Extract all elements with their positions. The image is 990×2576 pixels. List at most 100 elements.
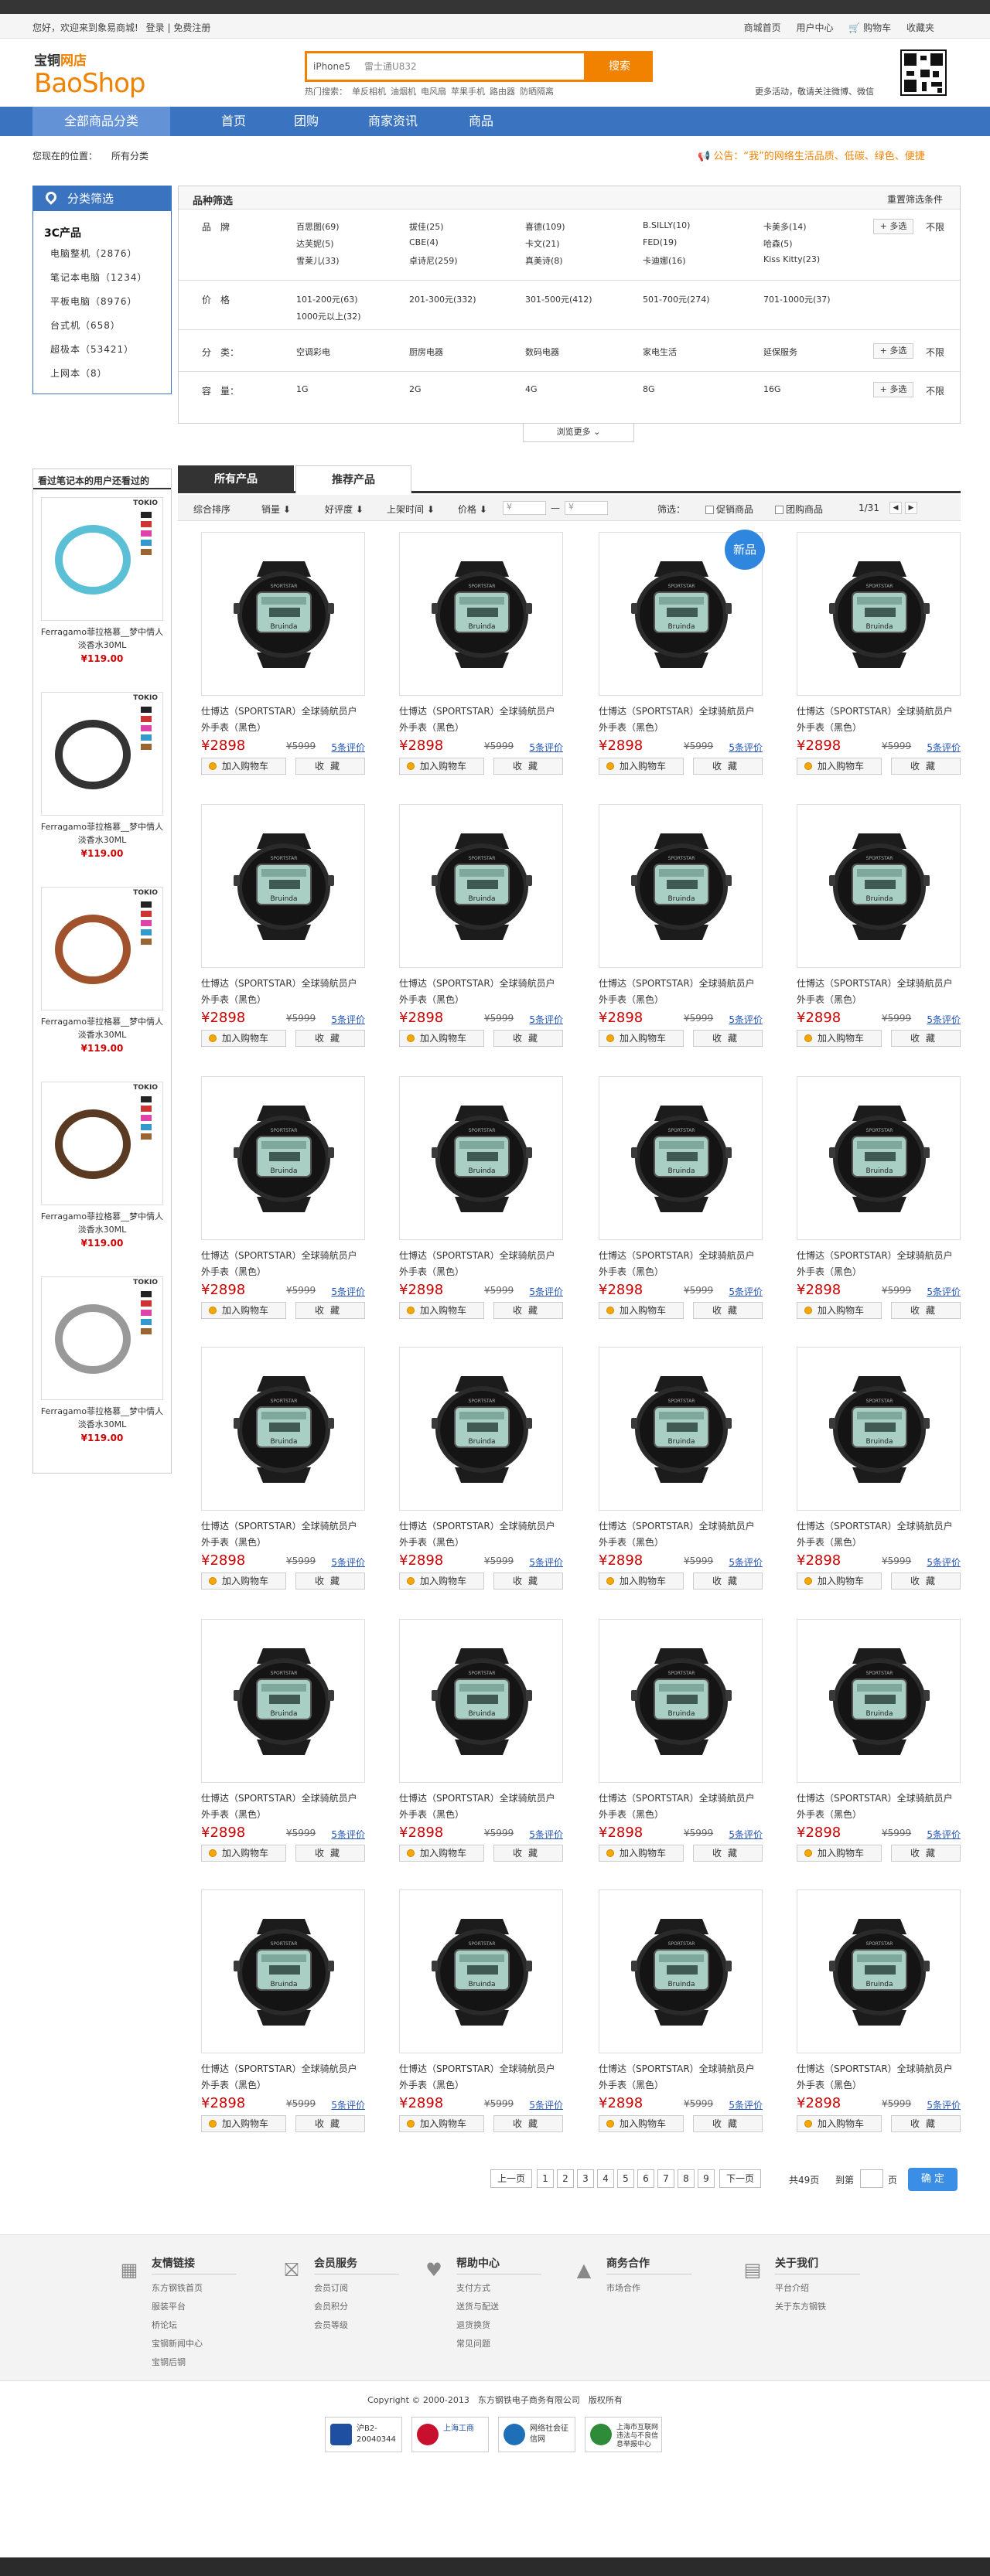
footer-link[interactable]: 送货与配送 [456,2300,499,2312]
product-title[interactable]: 仕博达（SPORTSTAR）全球骑航员户外手表（黑色） [797,1518,961,1551]
brand-option[interactable]: B.SILLY(10) [643,220,690,230]
product-title[interactable]: 仕博达（SPORTSTAR）全球骑航员户外手表（黑色） [399,1248,563,1280]
recommended-image[interactable]: TOKIO [41,1082,163,1205]
brand-option[interactable]: 喜德(109) [525,220,565,233]
product-card[interactable]: Bruinda SPORTSTAR 仕博达（SPORTSTAR）全球骑航员户外手表（… [399,1347,563,1610]
recommended-image[interactable]: TOKIO [41,887,163,1010]
browse-more-button[interactable]: 浏览更多 ⌄ [523,424,634,442]
next-page-arrow-icon[interactable]: ▶ [905,502,917,514]
page-number[interactable]: 9 [698,2169,715,2188]
tab-all-products[interactable]: 所有产品 [178,465,294,493]
recommended-image[interactable]: TOKIO [41,692,163,816]
product-card[interactable]: Bruinda SPORTSTAR 仕博达（SPORTSTAR）全球骑航员户外手表（… [797,1076,961,1339]
reviews-link[interactable]: 5条评价 [529,741,563,754]
reviews-link[interactable]: 5条评价 [729,741,763,754]
product-card[interactable]: Bruinda SPORTSTAR 仕博达（SPORTSTAR）全球骑航员户外手表（… [201,804,365,1067]
brand-option[interactable]: 真美诗(8) [525,254,563,267]
footer-link[interactable]: 宝钢后钢 [152,2356,186,2368]
sidebar-item[interactable]: 超极本（53421） [50,342,171,356]
sidebar-category[interactable]: 3C产品 [44,225,171,240]
product-title[interactable]: 仕博达（SPORTSTAR）全球骑航员户外手表（黑色） [599,1518,763,1551]
price-option[interactable]: 1000元以上(32) [296,310,361,322]
aic-badge[interactable]: 上海工商 [411,2417,489,2452]
reviews-link[interactable]: 5条评价 [927,741,961,754]
reviews-link[interactable]: 5条评价 [927,1013,961,1026]
favorite-button[interactable]: 收藏 [693,2115,763,2132]
product-title[interactable]: 仕博达（SPORTSTAR）全球骑航员户外手表（黑色） [201,704,365,736]
page-number[interactable]: 3 [577,2169,594,2188]
product-title[interactable]: 仕博达（SPORTSTAR）全球骑航员户外手表（黑色） [599,1791,763,1823]
favorite-button[interactable]: 收藏 [295,1302,365,1319]
page-number[interactable]: 6 [637,2169,654,2188]
footer-link[interactable]: 退货换货 [456,2319,490,2331]
brand-option[interactable]: 拔佳(25) [409,220,444,233]
product-image[interactable]: Bruinda SPORTSTAR [399,804,563,968]
add-to-cart-button[interactable]: 加入购物车 [797,1845,882,1862]
page-number[interactable]: 2 [557,2169,574,2188]
add-to-cart-button[interactable]: 加入购物车 [201,2115,286,2132]
prev-page-button[interactable]: 上一页 [490,2169,532,2188]
product-title[interactable]: 仕博达（SPORTSTAR）全球骑航员户外手表（黑色） [201,1248,365,1280]
price-from-input[interactable]: ¥ [503,501,546,515]
product-image[interactable]: Bruinda SPORTSTAR [399,1619,563,1783]
reviews-link[interactable]: 5条评价 [331,741,365,754]
reviews-link[interactable]: 5条评价 [331,1013,365,1026]
icp-badge[interactable]: 沪B2-20040344 [325,2417,402,2452]
reviews-link[interactable]: 5条评价 [529,1013,563,1026]
confirm-button[interactable]: 确 定 [908,2168,958,2191]
product-image[interactable]: Bruinda SPORTSTAR [201,1619,365,1783]
register-link[interactable]: 免费注册 [173,22,210,33]
add-to-cart-button[interactable]: 加入购物车 [599,758,684,775]
sidebar-item[interactable]: 电脑整机（2876） [50,247,171,260]
multi-select-button[interactable]: + 多选 [873,343,913,359]
nav-news[interactable]: 商家资讯 [368,107,418,136]
brand-option[interactable]: 卡文(21) [525,237,560,250]
recommended-name[interactable]: Ferragamo菲拉格慕__梦中情人淡香水30ML [39,625,165,652]
recommended-item[interactable]: TOKIO Ferragamo菲拉格慕__梦中情人淡香水30ML ¥119.00 [33,1272,171,1465]
product-card[interactable]: Bruinda SPORTSTAR 仕博达（SPORTSTAR）全球骑航员户外手表（… [399,1076,563,1339]
reviews-link[interactable]: 5条评价 [729,1555,763,1569]
product-card[interactable]: Bruinda SPORTSTAR 仕博达（SPORTSTAR）全球骑航员户外手表（… [201,1889,365,2152]
product-image[interactable]: Bruinda SPORTSTAR [201,1347,365,1511]
sort-rating[interactable]: 好评度 ⬇ [325,503,364,516]
reviews-link[interactable]: 5条评价 [331,2098,365,2111]
product-card[interactable]: Bruinda SPORTSTAR 仕博达（SPORTSTAR）全球骑航员户外手表（… [399,804,563,1067]
favorite-button[interactable]: 收藏 [891,1573,961,1590]
nav-home[interactable]: 首页 [221,107,246,136]
recommended-name[interactable]: Ferragamo菲拉格慕__梦中情人淡香水30ML [39,1015,165,1041]
capacity-option[interactable]: 1G [296,384,309,394]
favorite-button[interactable]: 收藏 [693,1302,763,1319]
product-card[interactable]: Bruinda SPORTSTAR 仕博达（SPORTSTAR）全球骑航员户外手表（… [399,1889,563,2152]
login-link[interactable]: 登录 [146,22,165,33]
favorite-button[interactable]: 收藏 [693,1030,763,1047]
product-card[interactable]: Bruinda SPORTSTAR 仕博达（SPORTSTAR）全球骑航员户外手表（… [599,1347,763,1610]
reviews-link[interactable]: 5条评价 [927,2098,961,2111]
footer-link[interactable]: 常见问题 [456,2337,490,2349]
recommended-name[interactable]: Ferragamo菲拉格慕__梦中情人淡香水30ML [39,1210,165,1236]
favorite-button[interactable]: 收藏 [295,1030,365,1047]
recommended-image[interactable]: TOKIO [41,1276,163,1400]
group-checkbox[interactable]: 团购商品 [775,503,823,516]
product-image[interactable]: Bruinda SPORTSTAR 新品 [599,530,765,696]
sidebar-item[interactable]: 笔记本电脑（1234） [50,271,171,284]
product-card[interactable]: Bruinda SPORTSTAR 仕博达（SPORTSTAR）全球骑航员户外手表（… [201,1619,365,1882]
add-to-cart-button[interactable]: 加入购物车 [797,1302,882,1319]
tab-recommended[interactable]: 推荐产品 [295,465,411,493]
reviews-link[interactable]: 5条评价 [529,1555,563,1569]
reviews-link[interactable]: 5条评价 [529,2098,563,2111]
sort-price[interactable]: 价格 ⬇ [458,503,487,516]
product-title[interactable]: 仕博达（SPORTSTAR）全球骑航员户外手表（黑色） [797,2061,961,2094]
product-card[interactable]: Bruinda SPORTSTAR 仕博达（SPORTSTAR）全球骑航员户外手表（… [201,1347,365,1610]
sidebar-item[interactable]: 平板电脑（8976） [50,295,171,308]
product-image[interactable]: Bruinda SPORTSTAR [599,1076,763,1240]
category-option[interactable]: 空调彩电 [296,346,330,358]
brand-option[interactable]: 雪莱儿(33) [296,254,340,267]
category-option[interactable]: 延保服务 [763,346,797,358]
add-to-cart-button[interactable]: 加入购物车 [797,1030,882,1047]
reviews-link[interactable]: 5条评价 [331,1285,365,1298]
product-image[interactable]: Bruinda SPORTSTAR [797,1347,961,1511]
product-title[interactable]: 仕博达（SPORTSTAR）全球骑航员户外手表（黑色） [797,1791,961,1823]
category-option[interactable]: 厨房电器 [409,346,443,358]
favorites-link[interactable]: 收藏夹 [906,22,934,33]
favorite-button[interactable]: 收藏 [295,1573,365,1590]
